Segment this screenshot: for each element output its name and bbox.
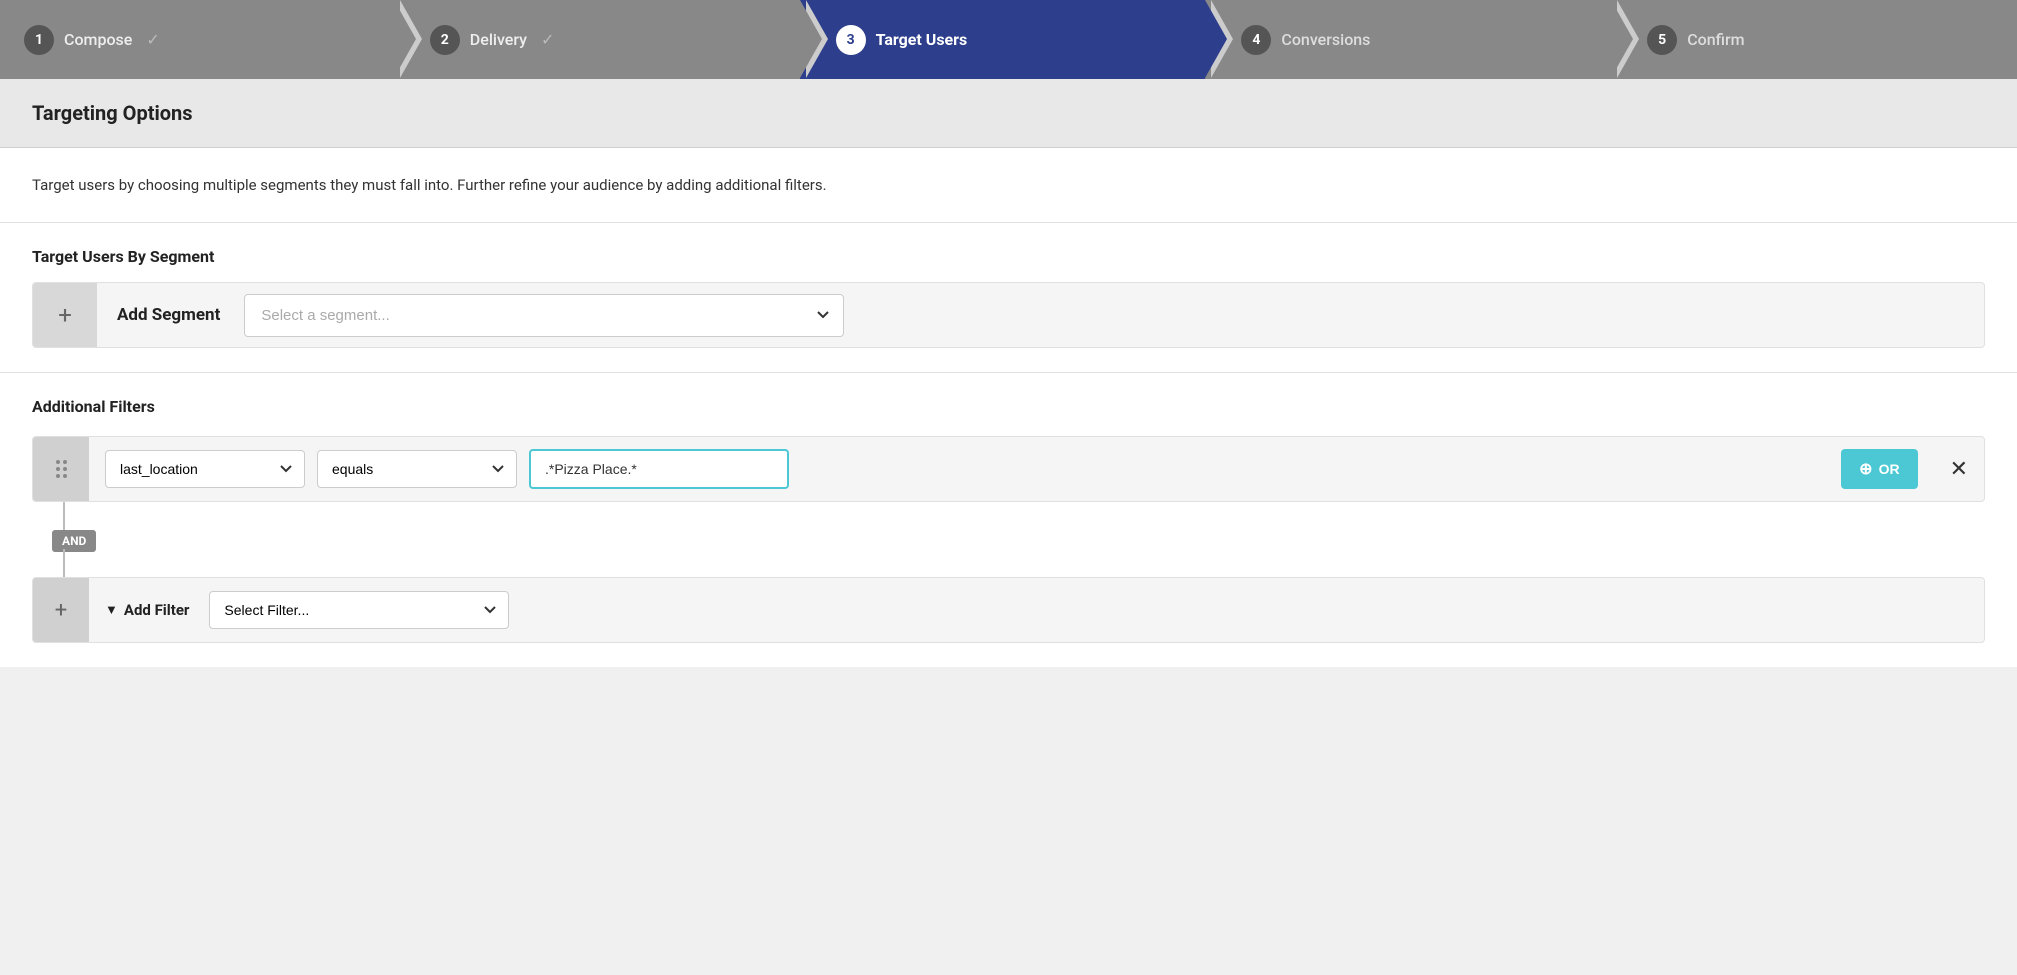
check-icon-delivery: ✓ [541, 30, 554, 49]
or-button[interactable]: ⊕ OR [1841, 449, 1917, 489]
filters-section: Additional Filters last_location equals [0, 373, 2017, 667]
step-label-target: Target Users [876, 30, 968, 49]
description-text: Target users by choosing multiple segmen… [32, 176, 1985, 194]
drag-icon [56, 460, 67, 478]
add-segment-plus-button[interactable]: + [33, 283, 97, 347]
segment-select[interactable]: Select a segment... [244, 294, 844, 337]
step-label-confirm: Confirm [1687, 30, 1744, 49]
add-filter-select[interactable]: Select Filter... [209, 591, 509, 629]
step-label-compose: Compose [64, 30, 132, 49]
plus-icon: + [58, 301, 72, 329]
step-number-confirm: 5 [1647, 25, 1677, 55]
filter-drag-handle[interactable] [33, 437, 89, 501]
step-confirm[interactable]: 5 Confirm [1611, 0, 2017, 79]
step-number-conversions: 4 [1241, 25, 1271, 55]
step-number-compose: 1 [24, 25, 54, 55]
step-number-target: 3 [836, 25, 866, 55]
section-header: Targeting Options [0, 79, 2017, 148]
step-label-conversions: Conversions [1281, 30, 1370, 49]
add-filter-plus-icon: + [55, 598, 67, 623]
section-title: Targeting Options [32, 101, 1985, 125]
segment-section: Target Users By Segment + Add Segment Se… [0, 223, 2017, 373]
segment-section-title: Target Users By Segment [32, 247, 1985, 266]
add-segment-row: + Add Segment Select a segment... [32, 282, 1985, 348]
and-badge-container: AND [32, 530, 1985, 549]
and-line-top [63, 502, 65, 530]
check-icon-compose: ✓ [146, 30, 159, 49]
filters-section-title: Additional Filters [32, 397, 1985, 416]
step-number-delivery: 2 [430, 25, 460, 55]
step-delivery[interactable]: 2 Delivery ✓ [394, 0, 800, 79]
description-section: Target users by choosing multiple segmen… [0, 148, 2017, 223]
filter-value-input[interactable] [529, 449, 789, 489]
remove-filter-button[interactable]: ✕ [1934, 456, 1984, 482]
step-target-users[interactable]: 3 Target Users [800, 0, 1206, 79]
stepper: 1 Compose ✓ 2 Delivery ✓ 3 Target Users … [0, 0, 2017, 79]
add-filter-row: + ▼ Add Filter Select Filter... [32, 577, 1985, 643]
and-badge[interactable]: AND [52, 530, 96, 552]
and-line-bottom [63, 549, 65, 577]
filter-funnel-icon: ▼ [105, 602, 118, 618]
step-compose[interactable]: 1 Compose ✓ [0, 0, 394, 79]
and-connector-bottom [32, 549, 1985, 577]
step-label-delivery: Delivery [470, 30, 527, 49]
step-conversions[interactable]: 4 Conversions [1205, 0, 1611, 79]
add-filter-label: ▼ Add Filter [105, 601, 189, 619]
or-plus-icon: ⊕ [1859, 459, 1872, 479]
or-button-label: OR [1879, 461, 1900, 477]
add-filter-plus-button[interactable]: + [33, 578, 89, 642]
and-connector [32, 502, 1985, 530]
filter-attribute-select[interactable]: last_location [105, 450, 305, 488]
filter-controls: last_location equals ⊕ OR [89, 437, 1934, 501]
filter-operator-select[interactable]: equals [317, 450, 517, 488]
filter-row: last_location equals ⊕ OR ✕ [32, 436, 1985, 502]
add-segment-label: Add Segment [117, 305, 220, 325]
main-content: Targeting Options Target users by choosi… [0, 79, 2017, 667]
